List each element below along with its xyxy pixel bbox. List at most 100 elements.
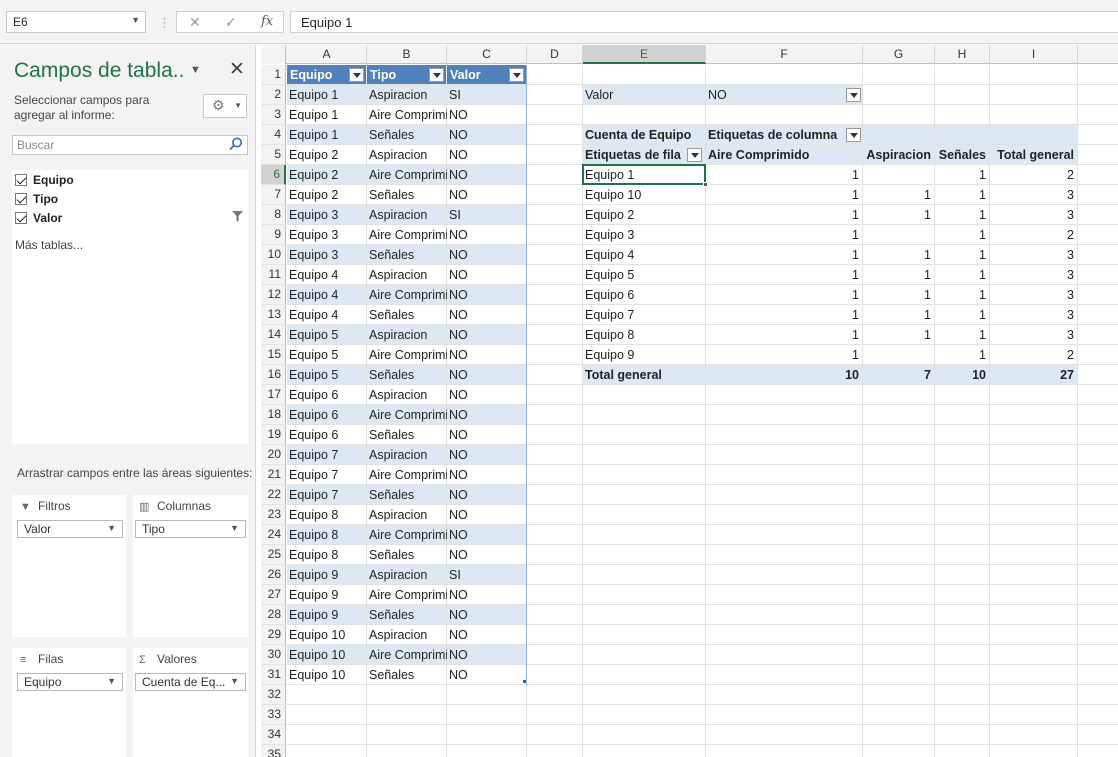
table-cell[interactable]: NO: [447, 465, 527, 485]
pivot-cell[interactable]: 1: [935, 285, 990, 305]
table-cell[interactable]: Equipo 1: [287, 85, 367, 105]
pivot-cell[interactable]: 3: [990, 205, 1078, 225]
row-header-35[interactable]: 35: [261, 745, 286, 757]
table-cell[interactable]: Equipo 9: [287, 605, 367, 625]
row-header-30[interactable]: 30: [261, 645, 286, 665]
table-cell[interactable]: NO: [447, 145, 527, 165]
table-cell[interactable]: NO: [447, 665, 527, 685]
row-header-26[interactable]: 26: [261, 565, 286, 585]
table-resize-handle[interactable]: [523, 680, 526, 683]
pivot-cell[interactable]: 1: [863, 325, 935, 345]
pivot-cell[interactable]: 1: [863, 205, 935, 225]
table-cell[interactable]: Equipo 2: [287, 185, 367, 205]
row-header-3[interactable]: 3: [261, 105, 286, 125]
table-cell[interactable]: NO: [447, 105, 527, 125]
pivot-filter-funnel-icon[interactable]: [846, 88, 861, 102]
table-cell[interactable]: Equipo 10: [287, 665, 367, 685]
pivot-cell[interactable]: 1: [706, 245, 863, 265]
pivot-cell[interactable]: 1: [863, 265, 935, 285]
table-cell[interactable]: NO: [447, 285, 527, 305]
row-header-19[interactable]: 19: [261, 425, 286, 445]
table-cell[interactable]: Equipo 2: [287, 165, 367, 185]
close-icon[interactable]: ✕: [229, 58, 245, 81]
pivot-cell[interactable]: 1: [863, 245, 935, 265]
table-cell[interactable]: Equipo 4: [287, 265, 367, 285]
row-header-16[interactable]: 16: [261, 365, 286, 385]
table-cell[interactable]: Equipo 1: [287, 105, 367, 125]
table-cell[interactable]: Aspiracion: [367, 445, 447, 465]
table-cell[interactable]: Equipo 2: [287, 145, 367, 165]
table-cell[interactable]: Aspiracion: [367, 85, 447, 105]
pivot-cell[interactable]: 2: [990, 345, 1078, 365]
pivot-cell[interactable]: 3: [990, 185, 1078, 205]
pivot-cell[interactable]: [863, 165, 935, 185]
column-header-e[interactable]: E: [583, 45, 706, 64]
table-cell[interactable]: NO: [447, 305, 527, 325]
table-cell[interactable]: NO: [447, 505, 527, 525]
table-cell[interactable]: Señales: [367, 605, 447, 625]
pivot-row-filter-icon[interactable]: [687, 148, 702, 162]
row-header-18[interactable]: 18: [261, 405, 286, 425]
filters-item-valor[interactable]: Valor ▼: [17, 520, 123, 538]
row-header-17[interactable]: 17: [261, 385, 286, 405]
field-tipo[interactable]: Tipo: [15, 192, 58, 208]
row-header-24[interactable]: 24: [261, 525, 286, 545]
pivot-cell[interactable]: 1: [706, 185, 863, 205]
pivot-cell[interactable]: 1: [935, 305, 990, 325]
table-cell[interactable]: NO: [447, 525, 527, 545]
row-header-1[interactable]: 1: [261, 65, 286, 85]
table-cell[interactable]: Aire Comprimido: [367, 345, 447, 365]
pivot-cell[interactable]: Equipo 6: [583, 285, 706, 305]
row-header-28[interactable]: 28: [261, 605, 286, 625]
table-cell[interactable]: Equipo 6: [287, 425, 367, 445]
checkbox-icon[interactable]: [15, 212, 27, 224]
table-cell[interactable]: Aire Comprimido: [367, 645, 447, 665]
pivot-total-cell[interactable]: 27: [990, 365, 1078, 385]
table-cell[interactable]: SI: [447, 565, 527, 585]
row-header-13[interactable]: 13: [261, 305, 286, 325]
columns-item-tipo[interactable]: Tipo ▼: [135, 520, 246, 538]
search-icon[interactable]: [228, 136, 244, 152]
table-cell[interactable]: Aspiracion: [367, 145, 447, 165]
pivot-cell[interactable]: [863, 345, 935, 365]
row-header-34[interactable]: 34: [261, 725, 286, 745]
field-equipo[interactable]: Equipo: [15, 173, 74, 189]
chevron-down-icon[interactable]: ▼: [107, 676, 116, 686]
pivot-cell[interactable]: 3: [990, 305, 1078, 325]
table-cell[interactable]: Equipo 5: [287, 365, 367, 385]
pivot-column-filter-icon[interactable]: [846, 128, 861, 142]
column-header-h[interactable]: H: [935, 45, 990, 64]
pivot-cell[interactable]: Equipo 5: [583, 265, 706, 285]
row-header-21[interactable]: 21: [261, 465, 286, 485]
table-cell[interactable]: NO: [447, 325, 527, 345]
table-cell[interactable]: Aspiracion: [367, 625, 447, 645]
table-cell[interactable]: Equipo 3: [287, 225, 367, 245]
table-cell[interactable]: Aire Comprimido: [367, 585, 447, 605]
row-header-7[interactable]: 7: [261, 185, 286, 205]
table-cell[interactable]: NO: [447, 225, 527, 245]
table-cell[interactable]: Equipo 7: [287, 485, 367, 505]
table-cell[interactable]: Aspiracion: [367, 205, 447, 225]
table-cell[interactable]: NO: [447, 265, 527, 285]
row-header-27[interactable]: 27: [261, 585, 286, 605]
table-cell[interactable]: Equipo 8: [287, 545, 367, 565]
pivot-cell[interactable]: 3: [990, 325, 1078, 345]
row-header-33[interactable]: 33: [261, 705, 286, 725]
pivot-cell[interactable]: 1: [935, 345, 990, 365]
pivot-cell[interactable]: 1: [706, 265, 863, 285]
pivot-cell[interactable]: 2: [990, 225, 1078, 245]
table-cell[interactable]: Aire Comprimido: [367, 525, 447, 545]
table-cell[interactable]: NO: [447, 545, 527, 565]
table-cell[interactable]: NO: [447, 405, 527, 425]
table-cell[interactable]: Señales: [367, 485, 447, 505]
filters-area[interactable]: [12, 495, 126, 637]
pivot-cell[interactable]: 1: [706, 305, 863, 325]
pivot-cell[interactable]: Equipo 8: [583, 325, 706, 345]
pivot-cell[interactable]: 3: [990, 245, 1078, 265]
pivot-cell[interactable]: Equipo 4: [583, 245, 706, 265]
table-cell[interactable]: SI: [447, 205, 527, 225]
column-header-i[interactable]: I: [990, 45, 1078, 64]
spreadsheet-grid[interactable]: A B C D E F G H I 1 2 3 4 5 6 7 8 9 10 11 12 13 14 15 16 17 18 19 20…: [261, 45, 1118, 757]
more-tables-link[interactable]: Más tablas...: [15, 238, 83, 252]
pivot-cell[interactable]: 1: [935, 325, 990, 345]
